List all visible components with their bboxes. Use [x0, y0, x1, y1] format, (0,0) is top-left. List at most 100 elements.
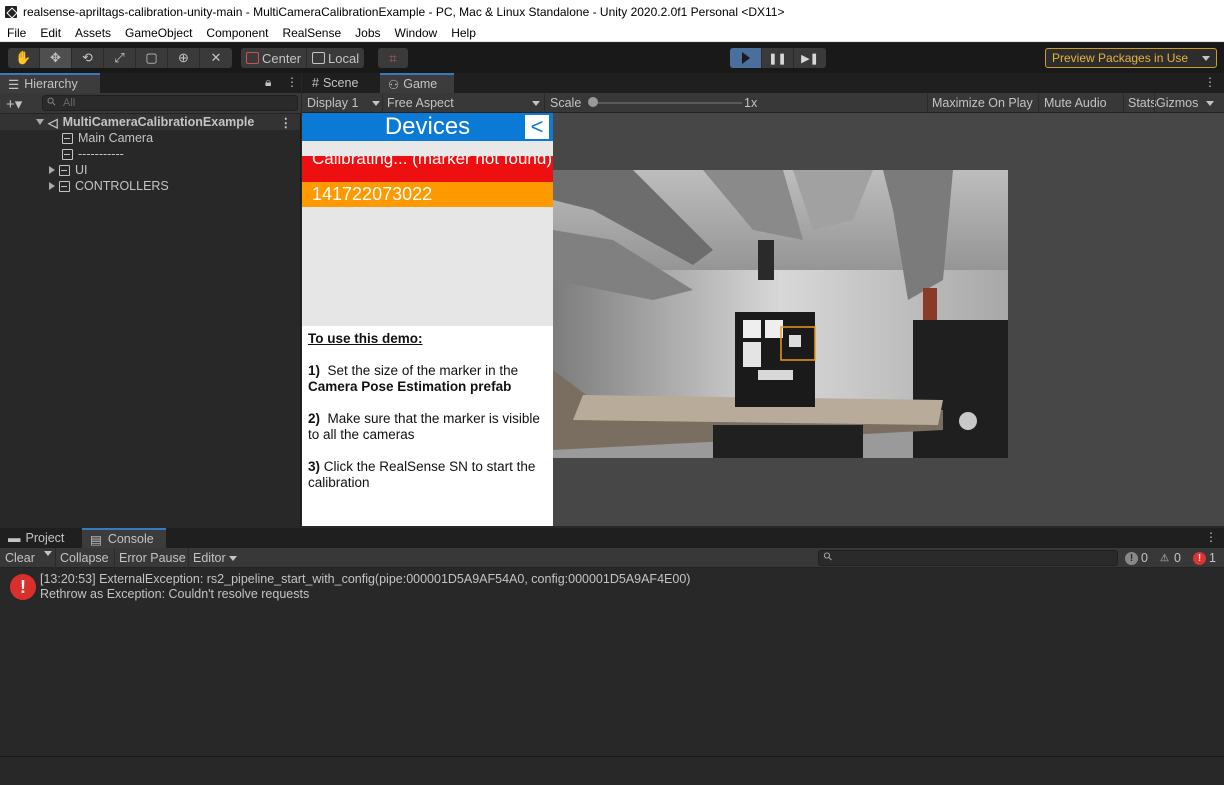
hierarchy-tree: ◁ MultiCameraCalibrationExample ⋮ Main C…	[0, 114, 300, 194]
pause-button[interactable]: ❚❚	[762, 48, 794, 68]
hand-tool-icon[interactable]: ✋	[8, 48, 40, 68]
lock-icon[interactable]: 🔒︎	[265, 75, 271, 90]
unity-logo-icon	[5, 6, 17, 18]
gameobject-icon	[59, 180, 70, 192]
tree-item-separator[interactable]: -----------	[0, 146, 300, 162]
stats-toggle[interactable]: Stats	[1128, 96, 1157, 110]
preview-packages-dropdown[interactable]: Preview Packages in Use	[1045, 48, 1217, 68]
hierarchy-panel: ☰ Hierarchy 🔒︎ ⋮ +▾ All ◁ MultiCameraCal…	[0, 73, 301, 526]
devices-header: Devices <	[302, 113, 553, 141]
expand-icon[interactable]	[49, 166, 55, 174]
aspect-dropdown[interactable]: Free Aspect	[387, 96, 540, 110]
menu-component[interactable]: Component	[199, 26, 275, 40]
gizmos-dropdown[interactable]: Gizmos	[1156, 96, 1215, 110]
menu-help[interactable]: Help	[444, 26, 483, 40]
console-search-input[interactable]	[818, 550, 1118, 566]
scene-icon: ◁	[48, 115, 58, 130]
menu-window[interactable]: Window	[388, 26, 445, 40]
folder-icon: ▬	[8, 531, 21, 545]
scale-tool-icon[interactable]: ⤢	[104, 48, 136, 68]
console-icon: ▤	[90, 532, 102, 547]
tree-root-scene[interactable]: ◁ MultiCameraCalibrationExample ⋮	[0, 114, 300, 130]
expand-icon[interactable]	[36, 119, 44, 125]
instruction-step-3: 3) Click the RealSense SN to start the c…	[308, 459, 536, 490]
hierarchy-search-input[interactable]: All	[42, 95, 298, 111]
tree-item-ui[interactable]: UI	[0, 162, 300, 178]
title-bar: realsense-apriltags-calibration-unity-ma…	[0, 0, 1224, 24]
chevron-down-icon	[532, 100, 540, 106]
play-button[interactable]	[730, 48, 762, 68]
play-icon	[741, 52, 750, 64]
info-count-toggle[interactable]: ! 0	[1125, 551, 1148, 565]
menu-gameobject[interactable]: GameObject	[118, 26, 199, 40]
tab-scene[interactable]: # Scene	[304, 73, 366, 93]
menu-file[interactable]: File	[0, 26, 33, 40]
scale-label: Scale	[550, 96, 582, 110]
hash-icon: #	[312, 76, 319, 90]
main-toolbar: ✋ ✥ ⟲ ⤢ ▢ ⊕ ✕ Center Local ⌗ ❚❚ ▶❚ Previ…	[0, 43, 1224, 73]
display-dropdown[interactable]: Display 1	[307, 96, 381, 110]
mute-audio-toggle[interactable]: Mute Audio	[1044, 96, 1107, 110]
menu-jobs[interactable]: Jobs	[348, 26, 387, 40]
tab-hierarchy[interactable]: ☰ Hierarchy	[0, 73, 100, 93]
log-message: [13:20:53] ExternalException: rs2_pipeli…	[40, 572, 691, 586]
step-icon: ▶❚	[801, 52, 819, 65]
devices-panel: Devices < Calibrating... (marker not fou…	[302, 113, 553, 526]
gameobject-icon	[62, 132, 73, 144]
menu-realsense[interactable]: RealSense	[275, 26, 348, 40]
gameobject-icon	[62, 148, 73, 160]
clear-button[interactable]: Clear	[5, 551, 35, 565]
device-list-area	[302, 207, 553, 326]
device-serial-button[interactable]: 141722073022	[302, 182, 553, 207]
tree-item-controllers[interactable]: CONTROLLERS	[0, 178, 300, 194]
create-button[interactable]: +▾	[6, 95, 22, 113]
menu-assets[interactable]: Assets	[68, 26, 118, 40]
collapse-toggle[interactable]: Collapse	[60, 551, 109, 565]
list-icon: ☰	[8, 77, 20, 92]
play-controls: ❚❚ ▶❚	[730, 48, 826, 68]
menu-edit[interactable]: Edit	[33, 26, 68, 40]
chevron-down-icon	[228, 555, 237, 561]
kebab-menu-icon[interactable]: ⋮	[280, 115, 293, 130]
clear-options-dropdown[interactable]	[44, 551, 52, 556]
expand-icon[interactable]	[49, 182, 55, 190]
console-detail-divider[interactable]	[0, 756, 1224, 757]
kebab-menu-icon[interactable]: ⋮	[1204, 75, 1216, 89]
error-count-toggle[interactable]: ! 1	[1193, 551, 1216, 565]
tab-project[interactable]: ▬ Project	[0, 528, 72, 548]
grid-snap-icon[interactable]: ⌗	[378, 48, 408, 68]
gamepad-icon: ⚇	[388, 77, 400, 92]
transform-tool-icon[interactable]: ⊕	[168, 48, 200, 68]
pivot-local-button[interactable]: Local	[307, 48, 364, 68]
game-view[interactable]: Devices < Calibrating... (marker not fou…	[302, 113, 1224, 526]
move-tool-icon[interactable]: ✥	[40, 48, 72, 68]
pivot-center-button[interactable]: Center	[241, 48, 308, 68]
kebab-menu-icon[interactable]: ⋮	[286, 75, 298, 89]
transform-tools: ✋ ✥ ⟲ ⤢ ▢ ⊕ ✕	[8, 48, 232, 68]
tab-game[interactable]: ⚇ Game	[380, 73, 454, 93]
local-icon	[312, 52, 326, 64]
info-icon: !	[1125, 551, 1138, 565]
warning-count-toggle[interactable]: ⚠ 0	[1158, 551, 1181, 565]
kebab-menu-icon[interactable]: ⋮	[1205, 530, 1217, 544]
scale-value: 1x	[744, 96, 758, 110]
tree-item-main-camera[interactable]: Main Camera	[0, 130, 300, 146]
custom-tool-icon[interactable]: ✕	[200, 48, 232, 68]
error-icon: !	[1193, 551, 1206, 565]
editor-dropdown[interactable]: Editor	[193, 551, 237, 565]
log-entry[interactable]: ! [13:20:53] ExternalException: rs2_pipe…	[0, 571, 1224, 605]
tab-console[interactable]: ▤ Console	[82, 528, 166, 548]
pivot-icon	[246, 52, 259, 64]
rotate-tool-icon[interactable]: ⟲	[72, 48, 104, 68]
pivot-toggles: Center Local	[241, 48, 365, 68]
rect-tool-icon[interactable]: ▢	[136, 48, 168, 68]
maximize-on-play-toggle[interactable]: Maximize On Play	[932, 96, 1033, 110]
chevron-down-icon	[1202, 55, 1210, 61]
camera-feed-image	[553, 170, 1008, 458]
back-button[interactable]: <	[525, 115, 549, 139]
step-button[interactable]: ▶❚	[794, 48, 826, 68]
error-icon: !	[10, 574, 36, 600]
scale-slider[interactable]	[592, 102, 742, 104]
error-pause-toggle[interactable]: Error Pause	[119, 551, 186, 565]
scale-slider-handle[interactable]	[588, 97, 598, 107]
